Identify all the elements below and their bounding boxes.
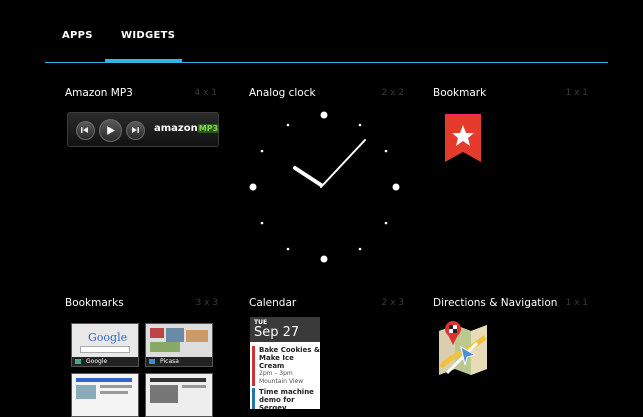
thumbnail-label: Picasa — [160, 358, 179, 365]
calendar-preview: TUE Sep 27 Bake Cookies & Make Ice Cream… — [250, 317, 320, 409]
event-place: Mountain View — [259, 378, 304, 385]
calendar-event: Bake Cookies & Make Ice Cream 2pm – 3pm … — [252, 346, 320, 386]
bookmark-thumbnail — [71, 373, 139, 417]
tab-apps[interactable]: APPS — [62, 30, 93, 41]
event-time: 2pm – 3pm — [259, 370, 293, 377]
analog-clock-icon — [249, 111, 400, 263]
widget-title: Amazon MP3 — [65, 87, 133, 99]
navigation-map-icon — [439, 321, 487, 375]
bookmark-thumbnail: Picasa — [145, 323, 213, 367]
thumbnail-page-text: Google — [88, 331, 128, 344]
widget-size: 1 x 1 — [565, 88, 589, 98]
widget-analog-clock[interactable]: Analog clock 2 x 2 — [249, 87, 404, 267]
calendar-header: TUE Sep 27 — [250, 317, 320, 342]
widget-bookmarks[interactable]: Bookmarks 3 x 3 Google Google Picasa — [65, 297, 219, 417]
widget-amazon-mp3[interactable]: Amazon MP3 4 x 1 amazonMP3 — [65, 87, 233, 177]
calendar-date: Sep 27 — [254, 325, 300, 340]
tab-bar: APPS WIDGETS — [0, 0, 643, 64]
event-title: Time machine demo for Sergey — [259, 388, 314, 409]
widget-title: Directions & Navigation — [433, 297, 558, 309]
thumbnail-label: Google — [86, 358, 108, 365]
widget-calendar[interactable]: Calendar 2 x 3 TUE Sep 27 Bake Cookies &… — [249, 297, 404, 410]
amazon-mp3-logo: amazonMP3 — [154, 123, 220, 134]
widget-size: 2 x 3 — [381, 298, 405, 308]
widget-size: 2 x 2 — [381, 88, 405, 98]
widget-bookmark[interactable]: Bookmark 1 x 1 — [433, 87, 588, 177]
event-title: Bake Cookies & Make Ice Cream — [259, 346, 320, 370]
bookmark-thumbnail — [145, 373, 213, 417]
widget-size: 4 x 1 — [194, 88, 218, 98]
widget-picker-screen: APPS WIDGETS Amazon MP3 4 x 1 amazonMP3 … — [0, 0, 643, 417]
widget-size: 1 x 1 — [565, 298, 589, 308]
tab-widgets[interactable]: WIDGETS — [121, 30, 175, 41]
widget-directions-navigation[interactable]: Directions & Navigation 1 x 1 — [433, 297, 588, 410]
previous-track-icon — [76, 121, 95, 140]
widget-title: Bookmarks — [65, 297, 124, 309]
widget-title: Analog clock — [249, 87, 316, 99]
bookmarks-grid-preview: Google Google Picasa — [71, 319, 213, 417]
widget-title: Bookmark — [433, 87, 487, 99]
amazon-mp3-preview: amazonMP3 — [67, 112, 220, 147]
play-icon — [99, 119, 122, 142]
tab-divider — [45, 62, 608, 63]
next-track-icon — [126, 121, 145, 140]
widget-size: 3 x 3 — [195, 298, 219, 308]
bookmark-thumbnail: Google Google — [71, 323, 139, 367]
bookmark-star-icon — [445, 114, 481, 162]
calendar-event: Time machine demo for Sergey — [252, 388, 320, 409]
widget-title: Calendar — [249, 297, 297, 309]
